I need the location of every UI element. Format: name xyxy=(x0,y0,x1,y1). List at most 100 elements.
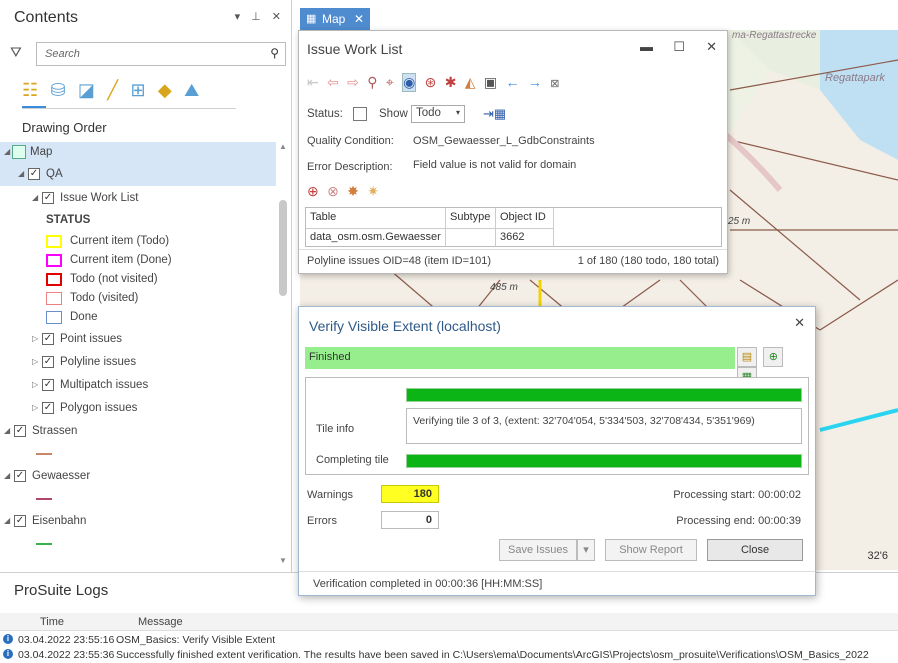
info-icon: i xyxy=(3,634,13,644)
visibility-checkbox[interactable]: ✓ xyxy=(14,515,26,527)
tree-row-polyline-issues[interactable]: ▷ ✓ Polyline issues xyxy=(0,352,276,374)
minimize-icon[interactable]: ▬ xyxy=(640,39,653,54)
show-report-button[interactable]: Show Report xyxy=(605,539,697,561)
tree-row-strassen[interactable]: ◢ ✓ Strassen xyxy=(0,421,276,443)
close-icon[interactable]: ✕ xyxy=(706,39,717,55)
completing-tile-label: Completing tile xyxy=(316,454,389,466)
visibility-checkbox[interactable]: ✓ xyxy=(14,425,26,437)
save-issues-dropdown[interactable]: ▾ xyxy=(577,539,595,561)
visibility-checkbox[interactable]: ✓ xyxy=(42,379,54,391)
visibility-checkbox[interactable]: ✓ xyxy=(42,333,54,345)
column-header-message[interactable]: Message xyxy=(138,616,183,628)
show-value: Todo xyxy=(416,107,441,119)
logs-header: Time Message xyxy=(0,613,898,631)
data-source-icon[interactable]: ⛁ xyxy=(50,80,65,101)
pan-to-icon[interactable]: ⊛ xyxy=(425,74,437,91)
collapse-icon[interactable]: ◢ xyxy=(18,169,24,178)
column-header[interactable]: Table xyxy=(306,208,446,228)
column-header[interactable]: Subtype xyxy=(446,208,496,228)
collapse-icon[interactable]: ◢ xyxy=(32,193,38,202)
labeling-icon[interactable]: ◆ xyxy=(158,80,172,101)
attributes-icon[interactable]: ▣ xyxy=(484,74,497,91)
expand-icon[interactable]: ▷ xyxy=(32,403,38,412)
table-cell[interactable]: data_osm.osm.Gewaesser xyxy=(306,228,446,247)
coordinate-readout: 32'6 xyxy=(867,550,888,562)
legend-swatch xyxy=(46,273,62,286)
save-issues-button[interactable]: Save Issues xyxy=(499,539,577,561)
table-cell[interactable] xyxy=(446,228,496,247)
selection-icon[interactable]: ◪ xyxy=(78,80,95,101)
table-cell[interactable]: 3662 xyxy=(496,228,554,247)
tree-row-issue-work-list[interactable]: ◢ ✓ Issue Work List xyxy=(0,188,276,210)
select-icon[interactable]: ⌖ xyxy=(386,74,394,91)
verify-visible-extent-dialog: Verify Visible Extent (localhost) ✕ Fini… xyxy=(298,306,816,596)
close-icon[interactable]: ✕ xyxy=(794,315,805,331)
visibility-checkbox[interactable]: ✓ xyxy=(14,470,26,482)
previous-icon[interactable]: ⇦ xyxy=(327,74,339,91)
full-extent-icon[interactable]: ⊠ xyxy=(550,77,559,90)
editing-icon[interactable]: ╱ xyxy=(107,80,118,101)
visibility-checkbox[interactable]: ✓ xyxy=(42,356,54,368)
pane-options-icon[interactable]: ▾ ⊥ ✕ xyxy=(235,10,285,23)
open-report-icon[interactable]: ▤ xyxy=(737,347,757,367)
collapse-icon[interactable]: ◢ xyxy=(4,426,10,435)
visibility-checkbox[interactable]: ✓ xyxy=(28,168,40,180)
tree-row-map[interactable]: ◢ Map xyxy=(0,142,276,164)
first-item-icon[interactable]: ⇤ xyxy=(307,74,319,91)
tree-row-polygon-issues[interactable]: ▷ ✓ Polygon issues xyxy=(0,398,276,420)
select-involved-icon[interactable]: ✸ xyxy=(347,183,359,200)
scroll-down-icon[interactable]: ▼ xyxy=(279,556,287,565)
close-icon[interactable]: ✕ xyxy=(354,12,364,26)
perspective-icon[interactable]: ⛰ xyxy=(184,80,199,101)
layer-label: Gewaesser xyxy=(32,470,91,482)
pick-icon[interactable]: ⚲ xyxy=(367,74,377,91)
drawing-order-icon[interactable]: ☷ xyxy=(22,80,38,101)
tree-row-point-issues[interactable]: ▷ ✓ Point issues xyxy=(0,329,276,351)
scroll-up-icon[interactable]: ▲ xyxy=(279,142,287,151)
overall-progress-bar xyxy=(406,388,802,402)
expand-icon[interactable]: ▷ xyxy=(32,380,38,389)
tree-row-gewaesser[interactable]: ◢ ✓ Gewaesser xyxy=(0,466,276,488)
collapse-icon[interactable]: ◢ xyxy=(4,516,10,525)
tab-map[interactable]: ▦ Map ✕ xyxy=(300,8,370,30)
dialog-footer: Verification completed in 00:00:36 [HH:M… xyxy=(299,571,815,595)
snapping-icon[interactable]: ⊞ xyxy=(130,80,145,101)
forward-icon[interactable]: → xyxy=(528,74,542,90)
tree-row-qa[interactable]: ◢ ✓ QA xyxy=(0,164,276,186)
status-checkbox[interactable] xyxy=(353,107,367,121)
add-to-map-icon[interactable]: ⇥▦ xyxy=(483,106,506,122)
expand-icon[interactable]: ▷ xyxy=(32,334,38,343)
search-area: ⛛ Search ⚲ xyxy=(10,42,286,66)
show-select[interactable]: Todo ▾ xyxy=(411,105,465,123)
zoom-involved-icon[interactable]: ⊕ xyxy=(307,183,319,200)
collapse-icon[interactable]: ◢ xyxy=(4,471,10,480)
back-icon[interactable]: ← xyxy=(506,74,520,90)
expand-icon[interactable]: ▷ xyxy=(32,357,38,366)
next-icon[interactable]: ⇨ xyxy=(347,74,359,91)
maximize-icon[interactable]: ☐ xyxy=(673,39,685,55)
flash-icon[interactable]: ◭ xyxy=(465,74,476,91)
flash-involved-icon[interactable]: ⊗ xyxy=(327,183,339,200)
layer-label: Polygon issues xyxy=(60,402,138,414)
search-input[interactable]: Search ⚲ xyxy=(36,42,286,66)
column-header-time[interactable]: Time xyxy=(40,616,64,628)
chevron-down-icon: ▾ xyxy=(455,108,460,117)
zoom-all-icon[interactable]: ✱ xyxy=(445,74,457,91)
visibility-checkbox[interactable]: ✓ xyxy=(42,402,54,414)
tree-row-eisenbahn[interactable]: ◢ ✓ Eisenbahn xyxy=(0,511,276,533)
log-row[interactable]: i 03.04.2022 23:55:16 OSM_Basics: Verify… xyxy=(0,632,898,648)
tree-row-multipatch-issues[interactable]: ▷ ✓ Multipatch issues xyxy=(0,375,276,397)
visibility-checkbox[interactable]: ✓ xyxy=(42,192,54,204)
filter-icon[interactable]: ⛛ xyxy=(10,44,22,61)
line-symbol xyxy=(36,543,52,545)
scrollbar-thumb[interactable] xyxy=(279,200,287,296)
collapse-icon[interactable]: ◢ xyxy=(4,147,10,156)
layer-label: Multipatch issues xyxy=(60,379,149,391)
allow-error-icon[interactable]: ✷ xyxy=(367,183,379,200)
status-filter-row: Status: Show Todo ▾ ⇥▦ xyxy=(307,105,721,127)
zoom-to-icon[interactable]: ◉ xyxy=(402,73,417,92)
column-header[interactable]: Object ID xyxy=(496,208,554,228)
search-icon[interactable]: ⚲ xyxy=(270,46,279,60)
zoom-issues-icon[interactable]: ⊕ xyxy=(763,347,784,367)
close-button[interactable]: Close xyxy=(707,539,803,561)
